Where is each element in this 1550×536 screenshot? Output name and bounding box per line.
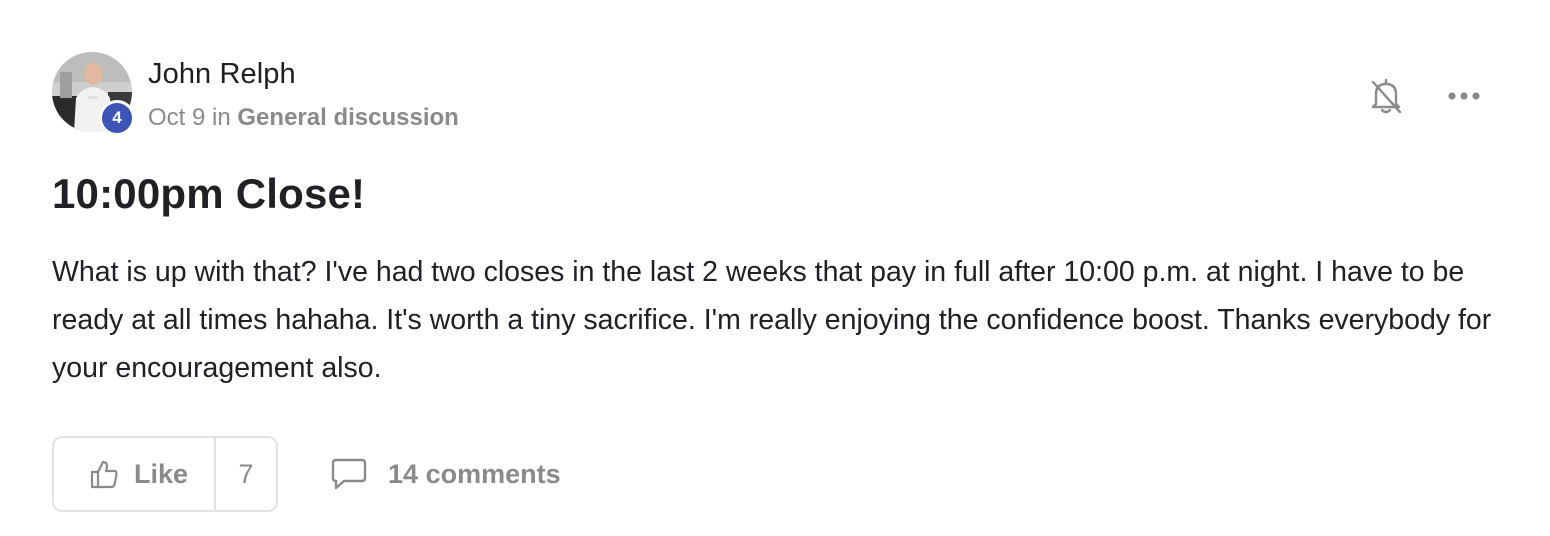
post-card: 4 John Relph Oct 9 in General discussion xyxy=(52,52,1512,512)
level-badge: 4 xyxy=(99,100,135,136)
post-header: 4 John Relph Oct 9 in General discussion xyxy=(52,52,1512,136)
post-meta-in: in xyxy=(212,104,231,131)
follow-notifications-button[interactable] xyxy=(1364,74,1408,118)
like-button[interactable]: Like xyxy=(54,438,217,510)
author-name[interactable]: John Relph xyxy=(148,58,296,91)
like-count[interactable]: 7 xyxy=(216,438,276,510)
post-actions: Like 7 14 comments xyxy=(52,436,561,512)
author-avatar-wrapper[interactable]: 4 xyxy=(52,52,135,136)
post-header-actions xyxy=(1364,74,1512,118)
post-title: 10:00pm Close! xyxy=(52,170,366,217)
bell-off-icon xyxy=(1371,78,1402,114)
thumbs-up-icon xyxy=(90,460,118,489)
more-horizontal-icon xyxy=(1448,92,1480,100)
like-group: Like 7 xyxy=(52,436,279,512)
post-body: What is up with that? I've had two close… xyxy=(52,256,1492,384)
post-meta: Oct 9 in General discussion xyxy=(148,104,459,132)
post-date: Oct 9 xyxy=(148,104,206,131)
comments-count-label: 14 comments xyxy=(388,458,561,489)
like-label: Like xyxy=(134,458,189,489)
comments-link[interactable]: 14 comments xyxy=(330,457,561,491)
post-category-link[interactable]: General discussion xyxy=(237,104,458,131)
more-options-button[interactable] xyxy=(1442,74,1486,118)
comment-bubble-icon xyxy=(331,458,367,490)
